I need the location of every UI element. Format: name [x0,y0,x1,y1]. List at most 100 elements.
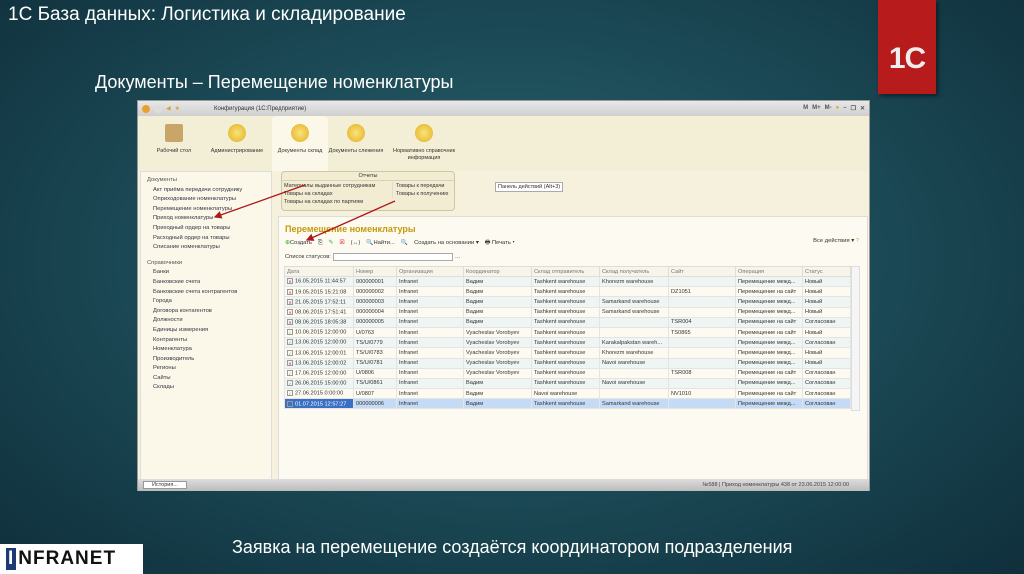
cell-text: Khorezm warehouse [602,278,654,285]
table-cell: Karakalpakstan wareh... [599,337,669,349]
sidebar-doc-item[interactable]: Списание номенклатуры [147,243,265,253]
report-link[interactable]: Материалы выданные сотрудникам [284,182,375,190]
sidebar-doc-item[interactable]: Расходный ордер на товары [147,234,265,244]
last-doc-number[interactable]: №588 [702,482,717,488]
column-header[interactable]: Операция [735,266,803,277]
last-doc-info[interactable]: Приход номенклатуры 438 от 23.06.2015 12… [722,482,849,488]
column-header[interactable]: Склад отправитель [531,266,600,277]
sidebar-ref-item[interactable]: Города [147,297,265,307]
delete-icon[interactable]: ☒ [339,240,344,246]
cell-text: U/0763 [356,329,375,336]
sidebar-doc-item[interactable]: Перемещение номенклатуры [147,205,265,215]
table-row[interactable]: ✓ 10.06.2015 12:00:00 U/0763 Infranet Vyache… [284,326,851,339]
sidebar-doc-item[interactable]: Приходный ордер на товары [147,224,265,234]
table-row[interactable]: ✓ 13.06.2015 12:00:00 TS/U/0779 Infranet Vya… [284,337,851,349]
select-button[interactable]: … [455,254,461,260]
cell-text: 27.06.2015 0:00:00 [295,390,344,397]
section-desktop[interactable]: Рабочий стол [146,116,202,171]
table-row[interactable]: ✕ 08.06.2015 18:05:38 000000005 Infranet Вад… [284,316,851,328]
tool-m[interactable]: M [803,105,808,112]
section-reference-info[interactable]: Нормативно справочник информация [384,116,464,171]
sidebar-ref-item[interactable]: Производитель [147,355,265,365]
dropdown-icon[interactable] [154,104,162,113]
sidebar-ref-item[interactable]: Контрагенты [147,336,265,346]
column-header[interactable]: Склад получатель [599,266,669,277]
sidebar-ref-item[interactable]: Регионы [147,364,265,374]
column-header[interactable]: Координатор [463,266,532,277]
table-row[interactable]: ✕ 16.05.2015 11:44:57 000000001 Infranet Вад… [284,275,851,288]
copy-icon[interactable]: ⎘ [318,240,323,247]
sidebar-doc-item[interactable]: Приход номенклатуры [147,214,265,224]
report-link[interactable]: Товары на складах [284,190,375,198]
table-cell [599,316,669,328]
column-header[interactable]: Номер [353,266,397,277]
history-button[interactable]: История... [143,481,187,489]
all-actions-button[interactable]: Все действия ▾ ? [813,238,859,244]
table-row[interactable]: ✓ 27.06.2015 0:00:00 U/0807 Infranet Вадим Na… [284,388,851,400]
table-row[interactable]: ✕ 08.06.2015 17:51:41 000000004 Infranet Вад… [284,306,851,318]
table-row[interactable]: ✕ 13.06.2015 12:00:02 TS/U/0781 Infranet Vya… [284,357,851,369]
title-bar: ◀ ★ Конфигурация (1С:Предприятие) M M+ M… [138,101,869,116]
table-row[interactable]: ✕ 21.05.2015 17:52:11 000000003 Infranet Вад… [284,296,851,308]
sidebar-ref-item[interactable]: Должности [147,316,265,326]
print-label: Печать ▾ [491,240,515,246]
app-menu-icon[interactable] [142,104,150,113]
restore-icon[interactable]: ❐ [851,105,856,112]
sidebar-ref-item[interactable]: Сайты [147,374,265,384]
cell-text: Navoi warehouse [534,390,578,397]
sidebar-ref-item[interactable]: Банки [147,268,265,278]
column-header[interactable]: Организация [396,266,464,277]
table-cell: Tashkent warehouse [531,296,600,308]
table-row[interactable]: ✓ 26.06.2015 15:00:00 TS/U/0861 Infranet Вад… [284,377,851,390]
sidebar-doc-item[interactable]: Оприходование номенклатуры [147,195,265,205]
deleted-doc-icon: ✕ [287,319,293,326]
sidebar-ref-item[interactable]: Банковские счета контрагентов [147,288,265,298]
sidebar-ref-item[interactable]: Банковские счета [147,278,265,288]
cancel-search-icon[interactable]: 🔍 [401,240,408,246]
sidebar-ref-item[interactable]: Единицы измерения [147,326,265,336]
favorites-star-icon[interactable]: ★ [175,105,180,112]
create-based-button[interactable]: Создать на основании ▾ [414,240,479,246]
sidebar-ref-item[interactable]: Номенклатура [147,345,265,355]
sidebar-ref-item[interactable]: Договора контагентов [147,307,265,317]
section-admin[interactable]: Администрирование [202,116,272,171]
vertical-scrollbar[interactable] [851,266,860,411]
column-header[interactable]: Статус [802,266,851,277]
table-row[interactable]: ✓ 01.07.2015 12:57:27 000000006 Infranet Вад… [284,398,851,410]
column-header[interactable]: Дата [284,266,354,277]
column-header[interactable]: Сайт [668,266,736,277]
find-button[interactable]: 🔍Найти... [366,240,395,246]
report-link[interactable]: Товары к получению [396,190,448,198]
cell-text: Tashkent warehouse [534,349,586,356]
section-warehouse-docs[interactable]: Документы склад [272,116,328,171]
table-cell: Khorezm warehouse [599,275,669,288]
help-icon[interactable]: ? [856,238,859,244]
link-icon[interactable]: (↔) [351,240,361,246]
minimize-icon[interactable]: – [843,105,846,112]
cell-text: Infranet [399,298,418,305]
table-cell: ✕ 16.05.2015 11:44:57 [284,275,354,288]
table-cell: Перемещение межд... [735,347,803,359]
tool-m-plus[interactable]: M+ [812,105,821,112]
sidebar-doc-item[interactable]: Акт приёма передачи сотруднику [147,186,265,196]
close-icon[interactable]: ✕ [860,105,865,112]
sidebar-ref-item[interactable]: Склады [147,383,265,393]
report-link[interactable]: Товары к передачи [396,182,448,190]
cell-text: 000000005 [356,319,384,326]
table-cell: DZ1051 [668,286,736,298]
table-cell: Новый [802,306,851,318]
cell-text: Infranet [399,319,418,326]
table-row[interactable]: ✓ 17.06.2015 12:00:00 U/0806 Infranet Vyache… [284,367,851,379]
back-icon[interactable]: ◀ [166,105,171,112]
create-button[interactable]: ⊕Создать [285,240,312,246]
status-list-input[interactable] [332,253,453,261]
table-row[interactable]: ✕ 19.05.2015 15:21:08 000000002 Infranet Вад… [284,286,851,298]
section-tracking-docs[interactable]: Документы слежения [328,116,384,171]
edit-icon[interactable]: ✎ [329,240,334,246]
table-row[interactable]: ✓ 13.06.2015 12:00:01 TS/U/0783 Infranet Vya… [284,347,851,359]
tool-m-minus[interactable]: M- [825,105,832,112]
section-icon [347,124,365,142]
info-icon[interactable]: ● [836,105,840,112]
print-button[interactable]: 🖶 Печать ▾ [485,238,515,248]
report-link[interactable]: Товары на складах по партиям [284,198,375,206]
